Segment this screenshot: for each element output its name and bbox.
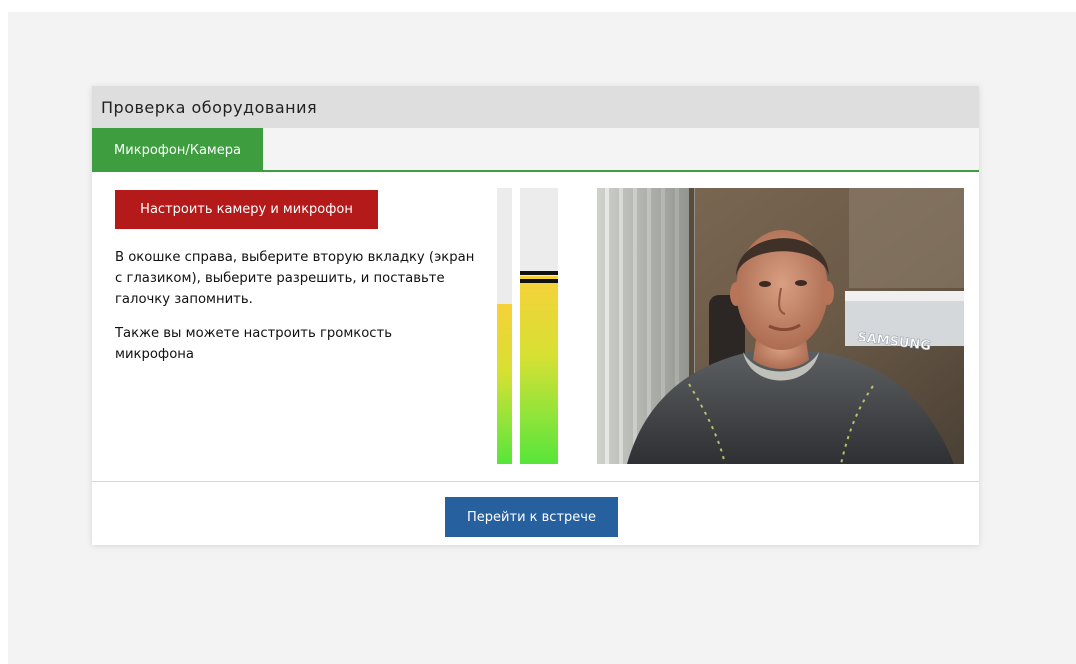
right-meter-fill <box>520 276 558 464</box>
tab-microphone-camera[interactable]: Микрофон/Камера <box>92 128 263 172</box>
dialog-title: Проверка оборудования <box>101 98 318 117</box>
microphone-level-meter-right <box>520 188 558 464</box>
volume-text: Также вы можете настроить громкость микр… <box>115 326 393 362</box>
left-meter-fill <box>497 303 512 464</box>
microphone-level-meter-left <box>497 188 512 464</box>
tab-strip: Микрофон/Камера <box>92 128 979 172</box>
camera-video-preview: SAMSUNG <box>597 188 964 464</box>
webcam-frame: SAMSUNG <box>597 188 964 464</box>
instructions: В окошке справа, выберите вторую вкладку… <box>115 247 475 378</box>
footer-divider <box>92 481 979 482</box>
equipment-check-dialog: Проверка оборудования Микрофон/Камера На… <box>92 86 979 545</box>
dialog-header: Проверка оборудования <box>92 86 979 128</box>
samsung-box: SAMSUNG <box>845 291 964 354</box>
peak-marker-upper <box>520 270 558 275</box>
instruction-text: В окошке справа, выберите вторую вкладку… <box>115 250 475 307</box>
peak-marker-lower <box>520 278 558 283</box>
setup-camera-microphone-button[interactable]: Настроить камеру и микрофон <box>115 190 378 229</box>
join-meeting-button[interactable]: Перейти к встрече <box>445 497 618 537</box>
